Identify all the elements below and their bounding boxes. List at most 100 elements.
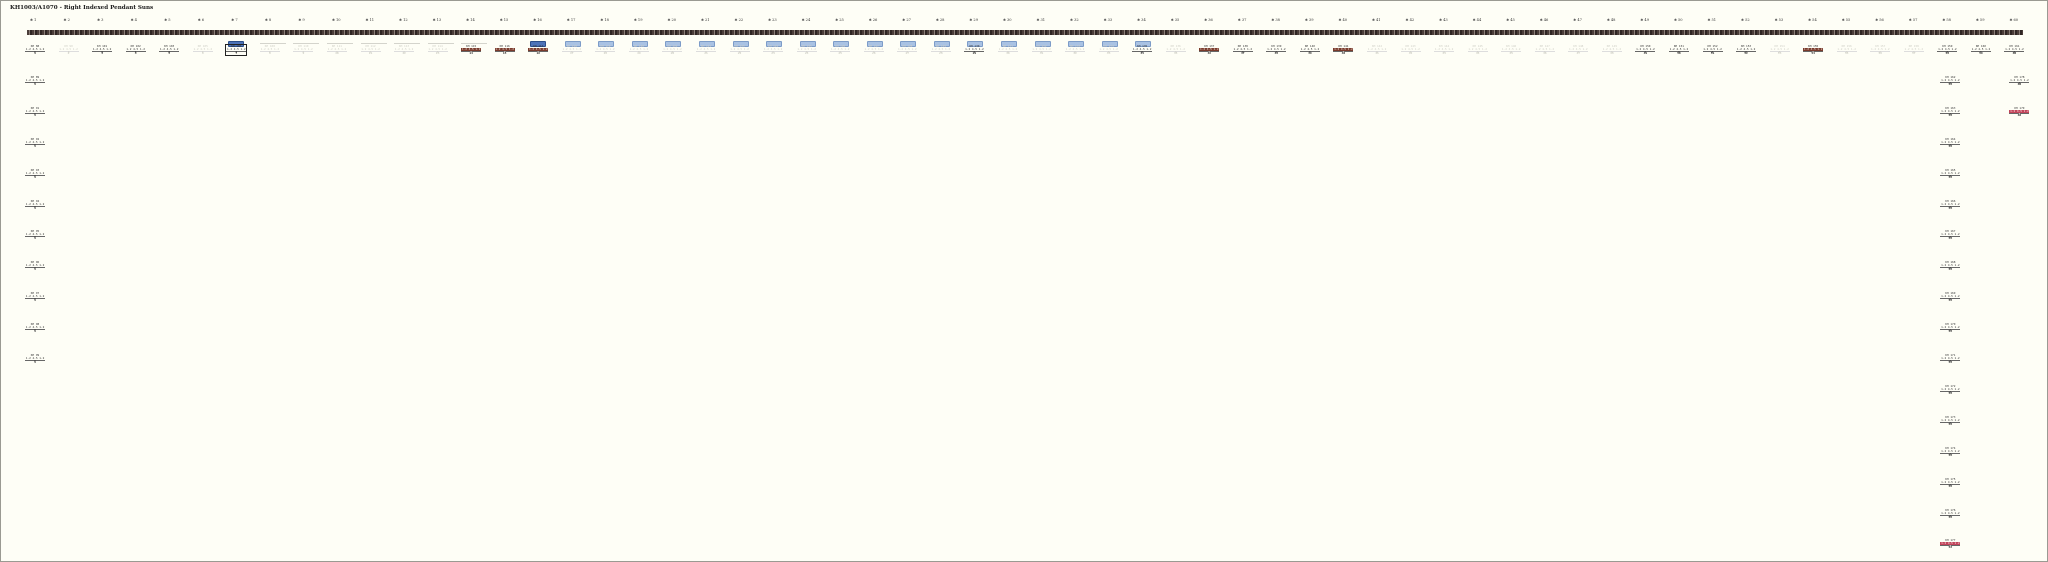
index-card[interactable]: KH 144 1.2 4.5 1.2 8 43	[1434, 45, 1455, 55]
index-card[interactable]: KH 122 1.2 4.5 1.2 8 21	[696, 45, 716, 55]
index-card[interactable]: KH 138 1.2 4.5 1.2 8 37	[1232, 45, 1253, 55]
index-card[interactable]: KH 154 1.2 4.5 1.2 8 53	[1769, 45, 1790, 55]
column-header[interactable]: ✱11	[366, 18, 375, 22]
column-header[interactable]: ✱8	[265, 18, 271, 22]
index-card[interactable]: KH 171 1.2 4.5 1.2 8 58	[1940, 354, 1961, 364]
index-card[interactable]: KH 141 1.2 4.5 1.2 8 40	[1333, 45, 1354, 55]
index-card[interactable]: KH 174 1.2 4.5 1.2 8 58	[1940, 446, 1961, 457]
index-card[interactable]: KH 129 1.2 4.5 1.2 8 28	[930, 45, 951, 55]
column-header[interactable]: ✱9	[298, 18, 304, 22]
column-header[interactable]: ✱30	[1003, 18, 1012, 22]
column-header[interactable]: ✱59	[1976, 18, 1985, 22]
column-header[interactable]: ✱23	[768, 18, 777, 22]
column-header[interactable]: ✱51	[1708, 18, 1717, 22]
column-header[interactable]: ✱33	[1104, 18, 1113, 22]
index-card[interactable]: KH 150 1.2 4.5 1.2 8 49	[1635, 45, 1656, 55]
column-header[interactable]: ✱32	[1070, 18, 1079, 22]
column-header[interactable]: ✱5	[164, 18, 170, 22]
column-header[interactable]: ✱35	[1171, 18, 1180, 22]
index-card[interactable]: KH 112 1.2 4.5 1.2 8 11	[360, 45, 381, 55]
column-header[interactable]: ✱18	[600, 18, 609, 22]
index-card[interactable]: KH 93 1.2 4.5 1.2 81	[25, 168, 45, 179]
index-card[interactable]: KH 161 1.2 4.5 1.2 8 60	[2004, 45, 2025, 55]
column-header[interactable]: ✱12	[399, 18, 408, 22]
index-card[interactable]: KH 115 1.2 4.5 1.2 8 14	[461, 45, 482, 55]
index-card[interactable]: KH 159 1.2 4.5 1.2 8 58	[1937, 45, 1958, 55]
column-header[interactable]: ✱22	[735, 18, 744, 22]
index-card[interactable]: KH 157 1.2 4.5 1.2 8 56	[1870, 45, 1891, 55]
index-card[interactable]: KH 152 1.2 4.5 1.2 8 51	[1702, 45, 1723, 55]
index-card[interactable]: KH 125 1.2 4.5 1.2 8 24	[796, 45, 817, 55]
index-card[interactable]: KH 88 1.2 4.5 1.2 81	[25, 45, 45, 55]
index-card[interactable]: KH 123 1.2 4.5 1.2 8 22	[729, 45, 750, 55]
column-header[interactable]: ✱40	[1338, 18, 1347, 22]
index-card[interactable]: KH 156 1.2 4.5 1.2 8 55	[1836, 45, 1857, 55]
column-header[interactable]: ✱53	[1775, 18, 1784, 22]
column-header[interactable]: ✱47	[1573, 18, 1582, 22]
column-header[interactable]: ✱15	[500, 18, 509, 22]
column-header[interactable]: ✱60	[2009, 18, 2018, 22]
column-header[interactable]: ✱17	[567, 18, 576, 22]
column-header[interactable]: ✱38	[1271, 18, 1280, 22]
index-card[interactable]: KH 95 1.2 4.5 1.2 81	[25, 230, 45, 240]
column-header[interactable]: ✱43	[1439, 18, 1448, 22]
column-header[interactable]: ✱34	[1137, 18, 1146, 22]
column-header[interactable]: ✱52	[1741, 18, 1750, 22]
index-card[interactable]: KH 139 1.2 4.5 1.2 8 38	[1266, 45, 1287, 55]
index-card[interactable]: KH 99 1.2 4.5 1.2 81	[25, 354, 45, 364]
index-card[interactable]: KH 153 1.2 4.5 1.2 8 52	[1736, 45, 1757, 55]
column-header[interactable]: ✱54	[1808, 18, 1817, 22]
column-header[interactable]: ✱2	[64, 18, 70, 22]
column-header[interactable]: ✱21	[701, 18, 710, 22]
column-header[interactable]: ✱24	[802, 18, 811, 22]
column-header[interactable]: ✱7	[231, 18, 237, 22]
index-card[interactable]: KH 124 1.2 4.5 1.2 8 23	[763, 45, 784, 55]
column-header[interactable]: ✱44	[1473, 18, 1482, 22]
column-header[interactable]: ✱42	[1406, 18, 1415, 22]
index-card[interactable]: KH 175 1.2 4.5 1.2 8 58	[1940, 477, 1961, 488]
column-header[interactable]: ✱13	[433, 18, 442, 22]
column-header[interactable]: ✱41	[1372, 18, 1381, 22]
index-card[interactable]: KH 166 1.2 4.5 1.2 8 58	[1940, 199, 1961, 210]
index-card[interactable]: KH 114 1.2 4.5 1.2 8 13	[427, 45, 448, 55]
index-card[interactable]: KH 98 1.2 4.5 1.2 81	[25, 323, 45, 333]
column-header[interactable]: ✱37	[1238, 18, 1247, 22]
column-header[interactable]: ✱57	[1909, 18, 1918, 22]
index-card[interactable]: KH 160 1.2 4.5 1.2 8 59	[1970, 45, 1991, 55]
index-card[interactable]: KH 133 1.2 4.5 1.2 8 32	[1065, 45, 1086, 55]
index-card[interactable]: KH 128 1.2 4.5 1.2 8 27	[897, 45, 918, 55]
column-header[interactable]: ✱6	[198, 18, 204, 22]
index-card[interactable]: KH 162 1.2 4.5 1.2 8 58	[1940, 75, 1961, 86]
index-card[interactable]: KH 151 1.2 4.5 1.2 8 50	[1668, 45, 1689, 55]
index-card[interactable]: KH 103 1.2 4.5 1.2 85	[159, 45, 180, 55]
column-header[interactable]: ✱3	[97, 18, 103, 22]
index-card[interactable]: KH 121 1.2 4.5 1.2 8 20	[662, 45, 683, 55]
index-card[interactable]: KH 126 1.2 4.5 1.2 8 25	[830, 45, 851, 55]
column-header[interactable]: ✱14	[466, 18, 475, 22]
index-card[interactable]: KH 111 1.2 4.5 1.2 8 10	[326, 45, 347, 55]
column-header[interactable]: ✱58	[1942, 18, 1951, 22]
index-card[interactable]: KH 165 1.2 4.5 1.2 8 58	[1940, 168, 1961, 179]
index-card[interactable]: KH 168 1.2 4.5 1.2 8 58	[1940, 261, 1961, 271]
column-header[interactable]: ✱1	[30, 18, 36, 22]
index-card[interactable]: KH 116 1.2 4.5 1.2 8 15	[494, 45, 515, 55]
index-card[interactable]: KH 120 1.2 4.5 1.2 8 19	[628, 45, 649, 55]
index-card[interactable]: KH 130 1.2 4.5 1.2 8 29	[964, 45, 985, 55]
column-header[interactable]: ✱25	[835, 18, 844, 22]
index-card[interactable]: KH 158 1.2 4.5 1.2 8 57	[1903, 45, 1924, 55]
index-card[interactable]: KH 94 1.2 4.5 1.2 81	[25, 199, 45, 210]
index-card[interactable]: KH 136 1.2 4.5 1.2 8 35	[1165, 45, 1186, 55]
index-card[interactable]: KH 135 1.2 4.5 1.2 8 34	[1132, 45, 1153, 55]
index-card[interactable]: KH 119 1.2 4.5 1.2 8 18	[595, 45, 616, 55]
index-card[interactable]: KH 102 1.2 4.5 1.2 84	[125, 45, 146, 55]
index-card[interactable]: KH 127 1.2 4.5 1.2 8 26	[863, 45, 884, 55]
index-card[interactable]: KH 172 1.2 4.5 1.2 8 58	[1940, 384, 1961, 395]
index-card[interactable]: KH 89 1.2 4.5 1.2 81	[25, 75, 45, 86]
column-header[interactable]: ✱46	[1540, 18, 1549, 22]
index-card[interactable]: KH 106 1.2 4.5 1.2 87	[225, 44, 248, 56]
index-card[interactable]: KH 178 1.2 4.5 1.2 8 60	[2009, 75, 2030, 86]
index-card[interactable]: KH 148 1.2 4.5 1.2 8 47	[1568, 45, 1589, 55]
index-card[interactable]: KH 170 1.2 4.5 1.2 8 58	[1940, 323, 1961, 333]
column-header[interactable]: ✱29	[969, 18, 978, 22]
column-header[interactable]: ✱55	[1842, 18, 1851, 22]
